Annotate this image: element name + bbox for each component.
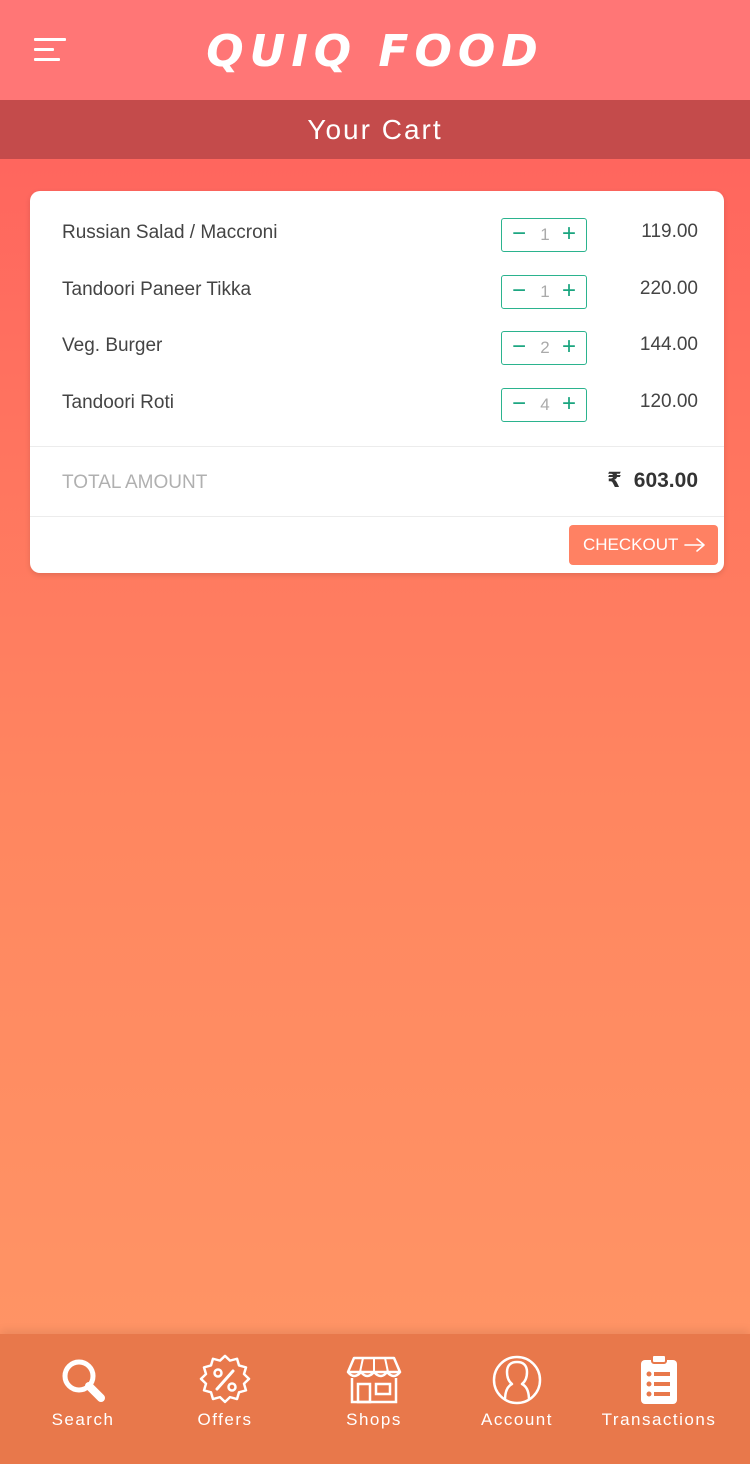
total-amount-value: ₹603.00 [607, 468, 698, 493]
cart-item-price: 120.00 [639, 391, 698, 412]
increase-quantity-button[interactable]: + [554, 332, 584, 364]
account-icon [492, 1355, 542, 1405]
offers-icon [199, 1354, 251, 1404]
cart-item-name: Veg. Burger [62, 335, 163, 356]
cart-item-price: 119.00 [641, 221, 698, 242]
app-header: QUIQ FOOD [0, 0, 750, 100]
nav-item-transactions[interactable]: Transactions [596, 1334, 722, 1464]
nav-label: Shops [346, 1410, 402, 1429]
nav-label: Offers [197, 1410, 253, 1429]
cart-card: Russian Salad / Maccroni − 1 + 119.00 Ta… [30, 191, 724, 573]
cart-item-row: Tandoori Paneer Tikka − 1 + 220.00 [30, 275, 724, 311]
nav-item-shops[interactable]: Shops [329, 1334, 419, 1464]
nav-item-account[interactable]: Account [470, 1334, 564, 1464]
checkout-label: CHECKOUT [583, 535, 679, 554]
bottom-navigation: Search Offers Shops Account Transactions [0, 1334, 750, 1464]
cart-item-name: Tandoori Roti [62, 392, 174, 413]
cart-item-name: Tandoori Paneer Tikka [62, 279, 252, 300]
checkout-button[interactable]: CHECKOUT [569, 525, 718, 565]
cart-item-price: 144.00 [639, 334, 698, 355]
decrease-quantity-button[interactable]: − [504, 219, 534, 251]
cart-item-row: Tandoori Roti − 4 + 120.00 [30, 388, 724, 424]
shop-icon [346, 1356, 402, 1404]
currency-symbol: ₹ [607, 469, 622, 492]
quantity-stepper: − 4 + [501, 388, 587, 422]
arrow-right-icon [684, 538, 705, 552]
page-title: Your Cart [0, 100, 750, 159]
decrease-quantity-button[interactable]: − [504, 389, 534, 421]
decrease-quantity-button[interactable]: − [504, 276, 534, 308]
cart-item-row: Veg. Burger − 2 + 144.00 [30, 331, 724, 367]
increase-quantity-button[interactable]: + [554, 219, 584, 251]
search-icon [62, 1359, 105, 1402]
nav-label: Account [481, 1410, 553, 1429]
cart-item-row: Russian Salad / Maccroni − 1 + 119.00 [30, 218, 724, 254]
app-logo: QUIQ FOOD [206, 26, 544, 77]
total-amount-label: TOTAL AMOUNT [62, 472, 208, 493]
increase-quantity-button[interactable]: + [554, 276, 584, 308]
transactions-icon [641, 1354, 677, 1404]
quantity-stepper: − 2 + [501, 331, 587, 365]
nav-item-search[interactable]: Search [38, 1334, 128, 1464]
nav-item-offers[interactable]: Offers [180, 1334, 270, 1464]
quantity-stepper: − 1 + [501, 218, 587, 252]
divider [30, 446, 724, 447]
increase-quantity-button[interactable]: + [554, 389, 584, 421]
cart-item-name: Russian Salad / Maccroni [62, 222, 278, 243]
quantity-stepper: − 1 + [501, 275, 587, 309]
decrease-quantity-button[interactable]: − [504, 332, 534, 364]
nav-label: Transactions [601, 1410, 717, 1429]
divider [30, 516, 724, 517]
cart-item-price: 220.00 [639, 278, 698, 299]
total-amount-number: 603.00 [633, 469, 698, 492]
nav-label: Search [51, 1410, 115, 1429]
